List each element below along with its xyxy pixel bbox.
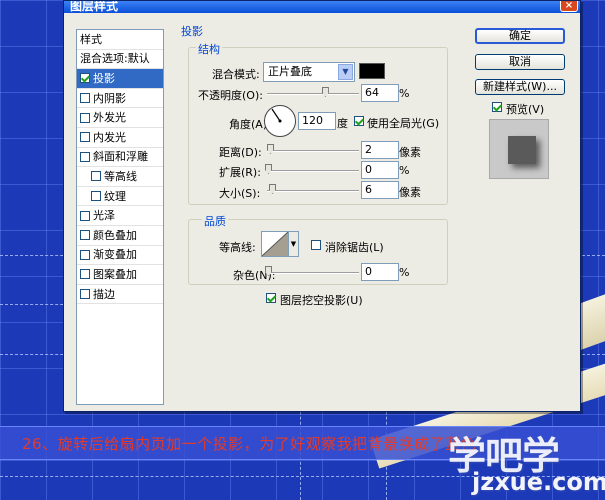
style-list-label: 斜面和浮雕 bbox=[93, 150, 148, 164]
style-list-item[interactable]: 光泽 bbox=[77, 206, 163, 226]
style-checkbox[interactable] bbox=[80, 73, 90, 84]
style-list-label: 图案叠加 bbox=[93, 267, 137, 281]
quality-title: 品质 bbox=[202, 213, 228, 229]
section-title-drop-shadow: 投影 bbox=[181, 25, 203, 38]
chevron-down-icon: ▼ bbox=[338, 64, 353, 80]
style-checkbox[interactable] bbox=[80, 132, 90, 143]
style-list-label: 渐变叠加 bbox=[93, 248, 137, 262]
style-preview bbox=[489, 119, 549, 179]
style-list-item[interactable]: 内发光 bbox=[77, 128, 163, 148]
preview-label: 预览(V) bbox=[506, 103, 545, 116]
style-list-label: 等高线 bbox=[104, 169, 137, 183]
preview-thumbnail bbox=[508, 136, 536, 164]
noise-input[interactable]: 0 bbox=[361, 263, 399, 281]
style-list-item[interactable]: 内阴影 bbox=[77, 89, 163, 109]
cancel-button[interactable]: 取消 bbox=[475, 54, 565, 70]
size-slider[interactable] bbox=[267, 190, 359, 192]
opacity-slider[interactable] bbox=[267, 93, 359, 95]
global-light-label: 使用全局光(G) bbox=[367, 117, 440, 130]
style-list-label: 描边 bbox=[93, 287, 115, 301]
angle-dial[interactable] bbox=[264, 105, 296, 137]
dialog-title: 图层样式 bbox=[64, 1, 580, 13]
style-list-header[interactable]: 混合选项:默认 bbox=[77, 50, 163, 70]
style-list-item[interactable]: 图案叠加 bbox=[77, 265, 163, 285]
distance-input[interactable]: 2 bbox=[361, 141, 399, 159]
style-list-header[interactable]: 样式 bbox=[77, 30, 163, 50]
style-list-item[interactable]: 斜面和浮雕 bbox=[77, 148, 163, 168]
style-checkbox[interactable] bbox=[91, 191, 101, 202]
spread-input[interactable]: 0 bbox=[361, 161, 399, 179]
anti-alias-checkbox[interactable] bbox=[311, 240, 321, 250]
style-checkbox[interactable] bbox=[80, 249, 90, 260]
distance-unit: 像素 bbox=[399, 146, 421, 159]
angle-input[interactable]: 120 bbox=[298, 112, 336, 130]
close-button[interactable]: × bbox=[560, 1, 578, 12]
style-list-item[interactable]: 描边 bbox=[77, 285, 163, 305]
opacity-input[interactable]: 64 bbox=[361, 84, 399, 102]
global-light-checkbox[interactable] bbox=[354, 116, 364, 126]
style-checkbox[interactable] bbox=[91, 171, 101, 182]
knockout-label: 图层挖空投影(U) bbox=[280, 294, 363, 307]
style-list-label: 纹理 bbox=[104, 189, 126, 203]
style-checkbox[interactable] bbox=[80, 112, 90, 123]
style-checkbox[interactable] bbox=[80, 230, 90, 241]
distance-slider[interactable] bbox=[267, 150, 359, 152]
noise-slider[interactable] bbox=[267, 272, 359, 274]
style-checkbox[interactable] bbox=[80, 269, 90, 280]
chevron-down-icon: ▼ bbox=[288, 232, 298, 256]
noise-unit: % bbox=[399, 266, 410, 279]
structure-title: 结构 bbox=[196, 41, 222, 57]
style-checkbox[interactable] bbox=[80, 93, 90, 104]
style-list-item[interactable]: 颜色叠加 bbox=[77, 226, 163, 246]
style-checkbox[interactable] bbox=[80, 289, 90, 300]
distance-label: 距离(D): bbox=[219, 146, 262, 159]
preview-checkbox[interactable] bbox=[492, 102, 502, 112]
style-list: 样式混合选项:默认投影内阴影外发光内发光斜面和浮雕等高线纹理光泽颜色叠加渐变叠加… bbox=[76, 29, 164, 405]
shadow-color-swatch[interactable] bbox=[359, 63, 385, 79]
style-list-item[interactable]: 投影 bbox=[77, 69, 163, 89]
size-label: 大小(S): bbox=[219, 187, 261, 200]
contour-label: 等高线: bbox=[219, 241, 256, 254]
ok-button[interactable]: 确定 bbox=[475, 28, 565, 44]
new-style-button[interactable]: 新建样式(W)... bbox=[475, 79, 565, 95]
spread-label: 扩展(R): bbox=[219, 166, 261, 179]
watermark-site: jzxue.com bbox=[472, 468, 605, 496]
caption-text: 26、旋转后给扇内页加一个投影，为了好观察我把背景换成了蓝色 bbox=[22, 435, 477, 453]
degree-unit: 度 bbox=[337, 117, 348, 130]
spread-unit: % bbox=[399, 164, 410, 177]
style-list-label: 样式 bbox=[80, 32, 102, 46]
spread-slider[interactable] bbox=[267, 170, 359, 172]
anti-alias-label: 消除锯齿(L) bbox=[325, 241, 384, 254]
style-list-item[interactable]: 等高线 bbox=[77, 167, 163, 187]
angle-needle-icon bbox=[271, 108, 282, 123]
style-list-label: 光泽 bbox=[93, 209, 115, 223]
style-list-label: 内阴影 bbox=[93, 91, 126, 105]
size-input[interactable]: 6 bbox=[361, 181, 399, 199]
style-list-label: 混合选项:默认 bbox=[80, 52, 150, 66]
style-list-item[interactable]: 外发光 bbox=[77, 108, 163, 128]
style-list-label: 颜色叠加 bbox=[93, 228, 137, 242]
percent-unit: % bbox=[399, 87, 410, 100]
knockout-checkbox[interactable] bbox=[266, 293, 276, 303]
layer-style-dialog: 图层样式 × 样式 混合选项:默认 投影 内阴影 外发光 内发光 斜面和浮雕 等高线 纹理 光泽颜… bbox=[63, 0, 581, 412]
blend-mode-label: 混合模式: bbox=[212, 68, 260, 81]
opacity-label: 不透明度(O): bbox=[198, 89, 263, 102]
blend-mode-value: 正片叠底 bbox=[268, 65, 312, 78]
size-unit: 像素 bbox=[399, 186, 421, 199]
style-list-item[interactable]: 纹理 bbox=[77, 187, 163, 207]
blend-mode-select[interactable]: 正片叠底 ▼ bbox=[263, 62, 355, 82]
style-list-item[interactable]: 渐变叠加 bbox=[77, 246, 163, 266]
style-list-label: 投影 bbox=[93, 71, 115, 85]
contour-picker[interactable]: ▼ bbox=[261, 231, 299, 257]
style-checkbox[interactable] bbox=[80, 151, 90, 162]
style-list-label: 内发光 bbox=[93, 130, 126, 144]
style-checkbox[interactable] bbox=[80, 210, 90, 221]
style-list-label: 外发光 bbox=[93, 111, 126, 125]
contour-curve-icon bbox=[262, 232, 288, 256]
